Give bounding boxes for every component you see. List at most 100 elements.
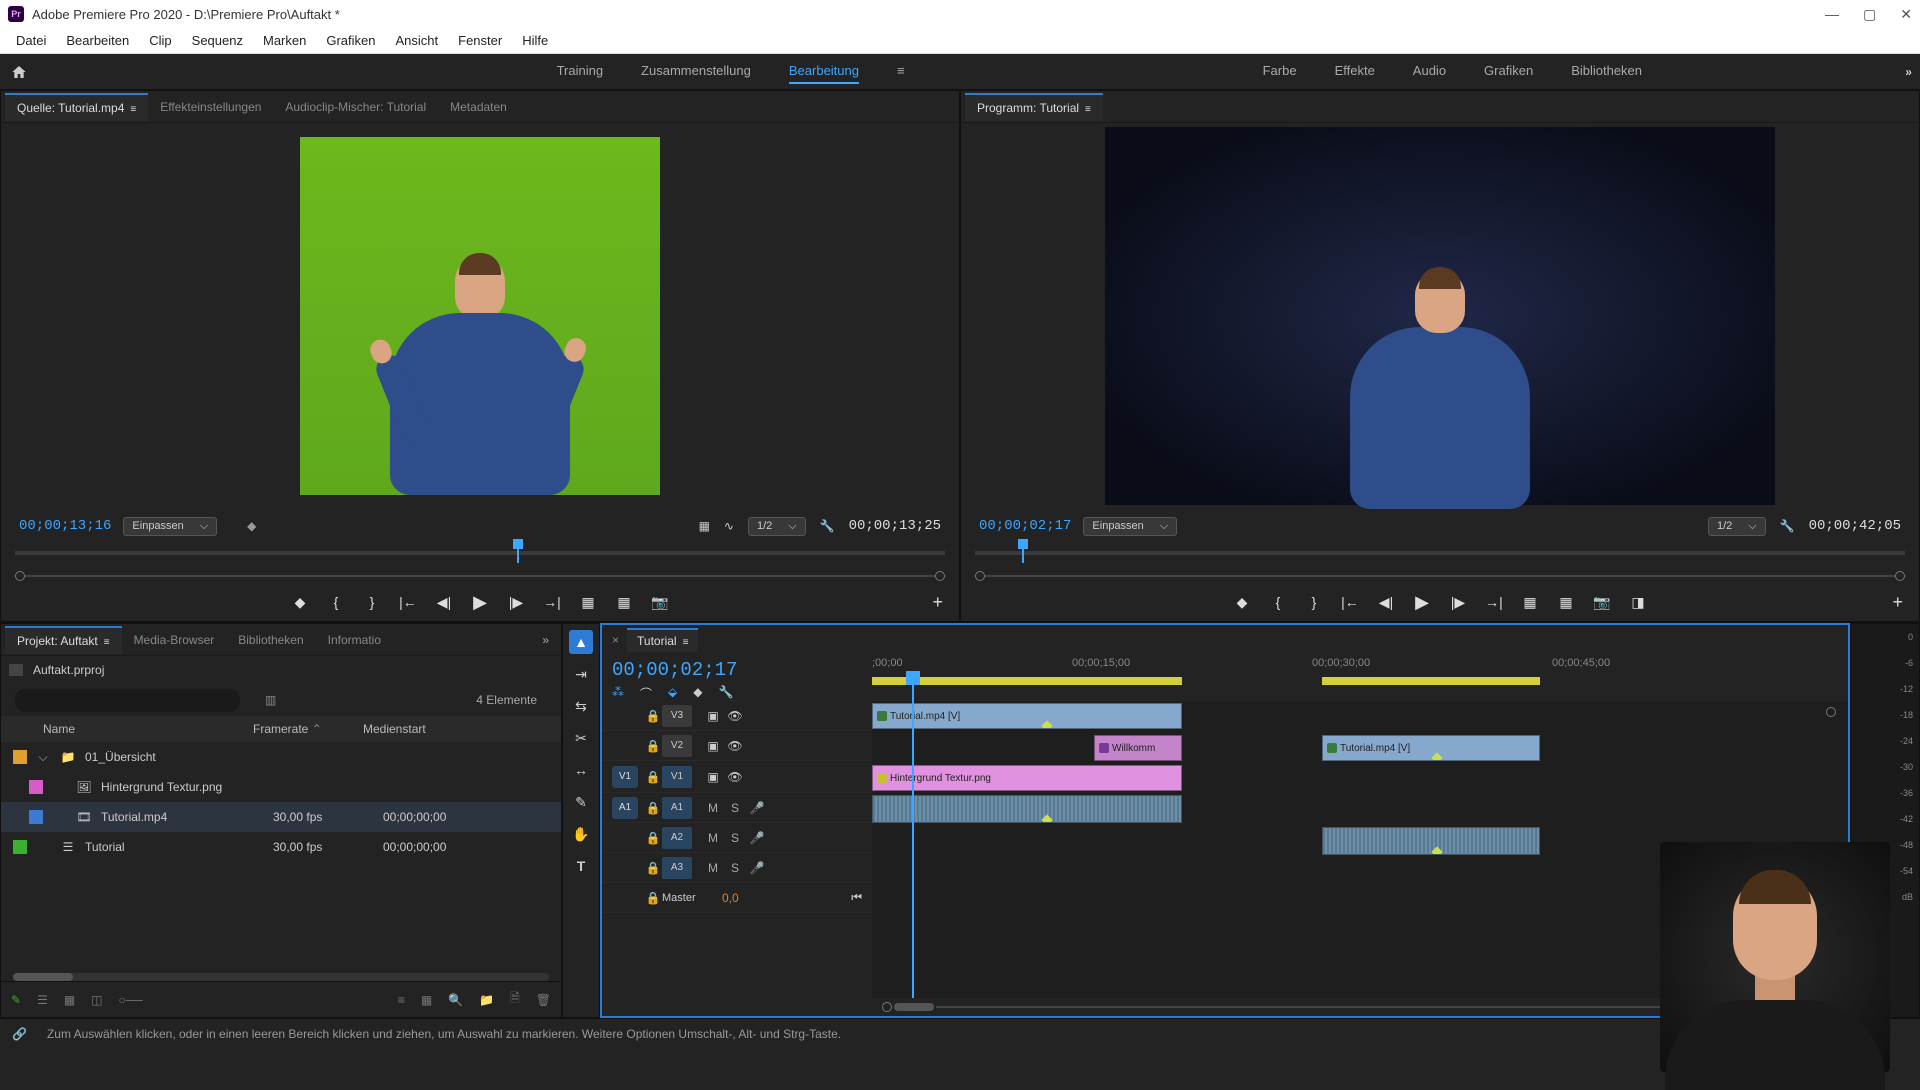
button-editor-icon[interactable]: + xyxy=(932,592,943,613)
mute-button[interactable]: M xyxy=(702,831,724,845)
track-v3[interactable]: V3 xyxy=(662,705,692,727)
slip-tool[interactable]: ↔ xyxy=(569,758,593,782)
project-bin-row[interactable]: ⌵ 📁 01_Übersicht xyxy=(1,742,561,772)
track-v1[interactable]: V1 xyxy=(662,766,692,788)
program-zoom-bar[interactable] xyxy=(975,569,1905,583)
lift-button[interactable]: ▦ xyxy=(1521,593,1539,611)
source-fit-dropdown[interactable]: Einpassen⌵ xyxy=(123,517,217,536)
ws-menu-icon[interactable]: ≡ xyxy=(897,59,905,84)
track-v2[interactable]: V2 xyxy=(662,735,692,757)
lock-icon[interactable]: 🔒 xyxy=(644,709,662,723)
close-button[interactable]: ✕ xyxy=(1900,6,1912,23)
freeform-view-icon[interactable]: ◫ xyxy=(91,993,102,1007)
source-marker-bar[interactable] xyxy=(15,543,945,569)
lock-icon[interactable]: 🔒 xyxy=(644,831,662,845)
source-res-dropdown[interactable]: 1/2⌵ xyxy=(748,517,806,536)
ws-bibliotheken[interactable]: Bibliotheken xyxy=(1571,59,1642,84)
step-back-button[interactable]: ◀| xyxy=(1377,593,1395,611)
goto-in-button[interactable]: |← xyxy=(1341,593,1359,611)
ws-training[interactable]: Training xyxy=(557,59,603,84)
mark-in-button[interactable]: { xyxy=(1269,593,1287,611)
home-icon[interactable] xyxy=(8,62,30,82)
program-monitor-view[interactable] xyxy=(961,123,1919,509)
add-marker-icon[interactable]: ⬙ xyxy=(668,685,677,702)
project-item-row[interactable]: 🎞 Tutorial.mp4 30,00 fps 00;00;00;00 xyxy=(1,802,561,832)
ws-effekte[interactable]: Effekte xyxy=(1335,59,1375,84)
tab-audio-mixer[interactable]: Audioclip-Mischer: Tutorial xyxy=(273,94,438,120)
project-search-input[interactable] xyxy=(15,689,240,712)
ws-zusammenstellung[interactable]: Zusammenstellung xyxy=(641,59,751,84)
lock-icon[interactable]: 🔒 xyxy=(644,770,662,784)
close-sequence-icon[interactable]: × xyxy=(612,633,619,647)
razor-tool[interactable]: ✂ xyxy=(569,726,593,750)
menu-fenster[interactable]: Fenster xyxy=(448,30,512,51)
export-frame-button[interactable]: 📷 xyxy=(1593,593,1611,611)
voiceover-icon[interactable]: 🎤 xyxy=(746,831,768,845)
mark-in-button[interactable]: { xyxy=(327,593,345,611)
tab-metadata[interactable]: Metadaten xyxy=(438,94,519,120)
tab-program[interactable]: Programm: Tutorial≡ xyxy=(965,93,1103,121)
mark-out-button[interactable]: } xyxy=(1305,593,1323,611)
insert-button[interactable]: ▦ xyxy=(579,593,597,611)
goto-out-button[interactable]: →| xyxy=(543,593,561,611)
track-a2[interactable]: A2 xyxy=(662,827,692,849)
timeline-settings-icon[interactable]: 🔧 xyxy=(718,685,733,702)
track-a3[interactable]: A3 xyxy=(662,857,692,879)
track-a1[interactable]: A1 xyxy=(662,797,692,819)
new-bin-icon[interactable]: ▥ xyxy=(265,693,276,707)
timeline-ruler[interactable]: ;00;00 00;00;15;00 00;00;30;00 00;00;45;… xyxy=(872,655,1848,701)
zoom-slider[interactable]: ○── xyxy=(119,993,143,1007)
drag-video-icon[interactable]: ▦ xyxy=(699,519,710,533)
step-fwd-button[interactable]: |▶ xyxy=(1449,593,1467,611)
ws-bearbeitung[interactable]: Bearbeitung xyxy=(789,59,859,84)
settings-icon[interactable]: 🔧 xyxy=(1780,519,1795,533)
track-output-icon[interactable]: ▣ xyxy=(702,770,724,784)
menu-bearbeiten[interactable]: Bearbeiten xyxy=(56,30,139,51)
source-timecode[interactable]: 00;00;13;16 xyxy=(19,518,111,534)
lock-icon[interactable]: 🔒 xyxy=(644,801,662,815)
button-editor-icon[interactable]: + xyxy=(1892,592,1903,613)
lock-icon[interactable]: 🔒 xyxy=(644,891,662,905)
col-mediastart[interactable]: Medienstart xyxy=(363,722,426,736)
mute-button[interactable]: M xyxy=(702,801,724,815)
step-fwd-button[interactable]: |▶ xyxy=(507,593,525,611)
menu-hilfe[interactable]: Hilfe xyxy=(512,30,558,51)
source-monitor-view[interactable] xyxy=(1,123,959,509)
find-icon[interactable]: 🔍 xyxy=(448,993,463,1007)
pencil-icon[interactable]: ✎ xyxy=(11,993,21,1007)
panel-menu-icon[interactable]: ≡ xyxy=(1085,104,1091,115)
voiceover-icon[interactable]: 🎤 xyxy=(746,861,768,875)
panel-menu-icon[interactable]: ≡ xyxy=(104,637,110,648)
col-framerate[interactable]: Framerate ⌃ xyxy=(253,722,363,736)
mute-button[interactable]: M xyxy=(702,861,724,875)
project-item-row[interactable]: 🖼 Hintergrund Textur.png xyxy=(1,772,561,802)
menu-ansicht[interactable]: Ansicht xyxy=(385,30,448,51)
delete-icon[interactable]: 🗑 xyxy=(536,993,551,1007)
tab-media-browser[interactable]: Media-Browser xyxy=(122,627,227,653)
project-scrollbar[interactable] xyxy=(13,973,549,981)
maximize-button[interactable]: ▢ xyxy=(1863,6,1876,23)
timeline-clip[interactable]: Hintergrund Textur.png xyxy=(872,765,1182,791)
solo-button[interactable]: S xyxy=(724,801,746,815)
menu-clip[interactable]: Clip xyxy=(139,30,181,51)
eye-icon[interactable]: 👁 xyxy=(724,770,746,784)
menu-grafiken[interactable]: Grafiken xyxy=(316,30,385,51)
solo-button[interactable]: S xyxy=(724,831,746,845)
play-button[interactable]: ▶ xyxy=(471,593,489,611)
track-output-icon[interactable]: ▣ xyxy=(702,709,724,723)
col-name[interactable]: Name xyxy=(43,722,253,736)
lock-icon[interactable]: 🔒 xyxy=(644,739,662,753)
drag-audio-icon[interactable]: ∿ xyxy=(724,519,734,533)
timeline-clip[interactable]: Willkomm xyxy=(1094,735,1182,761)
timeline-clip[interactable]: Tutorial.mp4 [V] xyxy=(1322,735,1540,761)
menu-marken[interactable]: Marken xyxy=(253,30,316,51)
timeline-audio-clip[interactable] xyxy=(872,795,1182,823)
list-view-icon[interactable]: ☰ xyxy=(37,993,48,1007)
add-marker-button[interactable]: ◆ xyxy=(1233,593,1251,611)
project-item-row[interactable]: ☰ Tutorial 30,00 fps 00;00;00;00 xyxy=(1,832,561,862)
master-value[interactable]: 0,0 xyxy=(722,891,739,905)
menu-sequenz[interactable]: Sequenz xyxy=(182,30,253,51)
program-res-dropdown[interactable]: 1/2⌵ xyxy=(1708,517,1766,536)
master-track[interactable]: Master xyxy=(662,892,722,904)
extract-button[interactable]: ▦ xyxy=(1557,593,1575,611)
